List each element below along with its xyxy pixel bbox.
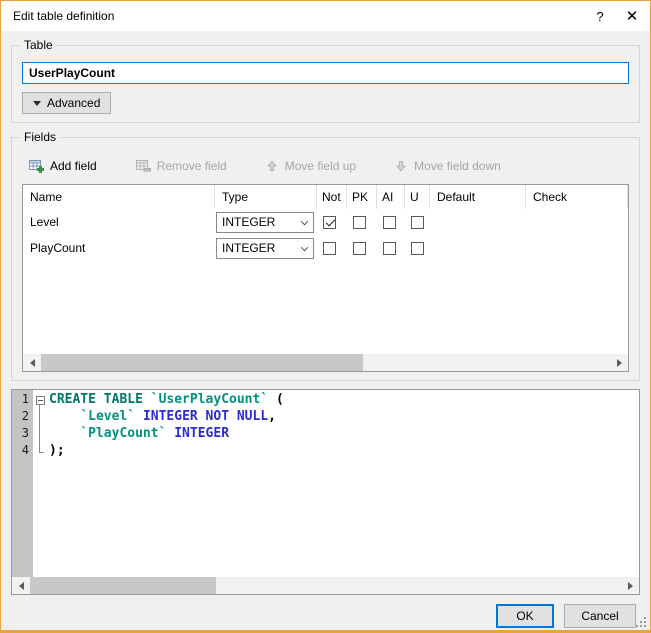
unique-checkbox[interactable]	[411, 241, 424, 255]
sql-code-text: `PlayCount` INTEGER	[80, 426, 230, 441]
scroll-right-arrow[interactable]	[622, 577, 639, 594]
field-row[interactable]: Level INTEGER	[23, 209, 628, 235]
sql-line: 1 CREATE TABLE `UserPlayCount` (	[12, 392, 639, 409]
arrow-down-icon	[396, 161, 406, 172]
fields-table: Name Type Not PK AI U Default Check Leve…	[22, 184, 629, 372]
arrow-up-icon	[266, 160, 277, 171]
chevron-down-icon	[33, 100, 41, 106]
fields-group-label: Fields	[20, 130, 61, 144]
ok-button[interactable]: OK	[496, 604, 554, 628]
fields-toolbar: Add field Remove field Move field up Mov…	[22, 154, 629, 178]
field-type-cell: INTEGER	[215, 235, 317, 261]
field-name-cell[interactable]: Level	[23, 209, 215, 235]
table-name-input[interactable]	[22, 62, 629, 84]
fields-table-header: Name Type Not PK AI U Default Check	[23, 185, 628, 209]
triangle-left-icon	[15, 581, 24, 590]
chevron-down-icon	[300, 218, 308, 226]
resize-grip[interactable]	[636, 617, 647, 628]
primary-key-checkbox[interactable]	[353, 241, 366, 255]
add-field-button[interactable]: Add field	[22, 156, 103, 176]
sql-line: 2 `Level` INTEGER NOT NULL,	[12, 409, 639, 426]
move-field-up-button: Move field up	[259, 157, 362, 175]
remove-field-label: Remove field	[156, 159, 227, 173]
sql-preview-editor[interactable]: 1 CREATE TABLE `UserPlayCount` ( 2 `Leve…	[11, 389, 640, 595]
fields-group: Fields Add field Remove field Move field…	[11, 130, 640, 381]
sql-horizontal-scrollbar[interactable]	[12, 577, 639, 594]
sql-code-text: `Level` INTEGER NOT NULL,	[80, 409, 276, 424]
type-combobox[interactable]: INTEGER	[216, 237, 314, 259]
scroll-right-arrow[interactable]	[611, 354, 628, 371]
check-constraint-cell[interactable]	[526, 235, 628, 261]
not-null-checkbox[interactable]	[323, 215, 336, 229]
fold-marker[interactable]	[33, 426, 47, 443]
check-constraint-cell[interactable]	[526, 209, 628, 235]
column-header-not: Not	[317, 185, 347, 209]
sql-lines: 1 CREATE TABLE `UserPlayCount` ( 2 `Leve…	[12, 390, 639, 460]
column-header-check: Check	[526, 185, 628, 209]
chevron-down-icon	[300, 244, 308, 252]
column-header-ai: AI	[377, 185, 405, 209]
line-number: 3	[21, 426, 29, 440]
fields-table-body: Level INTEGER PlayCount INTEGER	[23, 209, 628, 354]
unique-checkbox[interactable]	[411, 215, 424, 229]
remove-field-icon	[135, 160, 151, 172]
line-number: 4	[21, 443, 29, 457]
add-field-label: Add field	[50, 159, 97, 173]
type-combobox[interactable]: INTEGER	[216, 211, 314, 233]
move-field-down-button: Move field down	[388, 157, 507, 175]
primary-key-checkbox[interactable]	[353, 215, 366, 229]
scrollbar-thumb[interactable]	[30, 577, 216, 594]
column-header-pk: PK	[347, 185, 377, 209]
triangle-right-icon	[616, 358, 626, 367]
column-header-name: Name	[23, 185, 215, 209]
field-type-cell: INTEGER	[215, 209, 317, 235]
help-button[interactable]: ?	[584, 1, 616, 31]
column-header-type: Type	[215, 185, 317, 209]
close-button[interactable]: ✕	[616, 1, 648, 31]
fold-collapse-icon[interactable]	[35, 396, 45, 405]
table-group-label: Table	[20, 38, 57, 52]
move-field-up-label: Move field up	[284, 159, 357, 173]
scrollbar-thumb[interactable]	[41, 354, 363, 371]
autoincrement-checkbox[interactable]	[383, 241, 396, 255]
cancel-button[interactable]: Cancel	[564, 604, 636, 628]
fields-horizontal-scrollbar[interactable]	[23, 354, 628, 371]
autoincrement-checkbox[interactable]	[383, 215, 396, 229]
move-field-down-label: Move field down	[414, 159, 501, 173]
not-null-checkbox[interactable]	[323, 241, 336, 255]
column-header-u: U	[405, 185, 430, 209]
dialog-footer: OK Cancel	[1, 604, 650, 628]
scroll-left-arrow[interactable]	[12, 577, 29, 594]
default-value-cell[interactable]	[430, 209, 526, 235]
advanced-button[interactable]: Advanced	[22, 92, 112, 114]
type-combobox-value: INTEGER	[222, 241, 276, 255]
table-group: Table Advanced	[11, 38, 640, 123]
scroll-left-arrow[interactable]	[23, 354, 40, 371]
type-combobox-value: INTEGER	[222, 215, 276, 229]
default-value-cell[interactable]	[430, 235, 526, 261]
titlebar[interactable]: Edit table definition ? ✕	[1, 1, 650, 31]
triangle-right-icon	[627, 581, 637, 590]
remove-field-button: Remove field	[129, 156, 233, 176]
window-title: Edit table definition	[13, 9, 115, 23]
edit-table-definition-dialog: Edit table definition ? ✕ Table Advanced…	[0, 0, 651, 633]
sql-code-text: );	[49, 443, 65, 458]
sql-code-text: CREATE TABLE `UserPlayCount` (	[49, 392, 284, 407]
triangle-left-icon	[26, 358, 35, 367]
fold-marker[interactable]	[33, 443, 47, 460]
fold-marker[interactable]	[33, 392, 47, 409]
add-field-icon	[29, 160, 44, 173]
line-number: 1	[21, 392, 29, 406]
sql-line: 3 `PlayCount` INTEGER	[12, 426, 639, 443]
advanced-button-label: Advanced	[47, 96, 101, 110]
field-name-cell[interactable]: PlayCount	[23, 235, 215, 261]
column-header-default: Default	[430, 185, 526, 209]
sql-line: 4 );	[12, 443, 639, 460]
field-row[interactable]: PlayCount INTEGER	[23, 235, 628, 261]
line-number: 2	[21, 409, 29, 423]
fold-marker[interactable]	[33, 409, 47, 426]
